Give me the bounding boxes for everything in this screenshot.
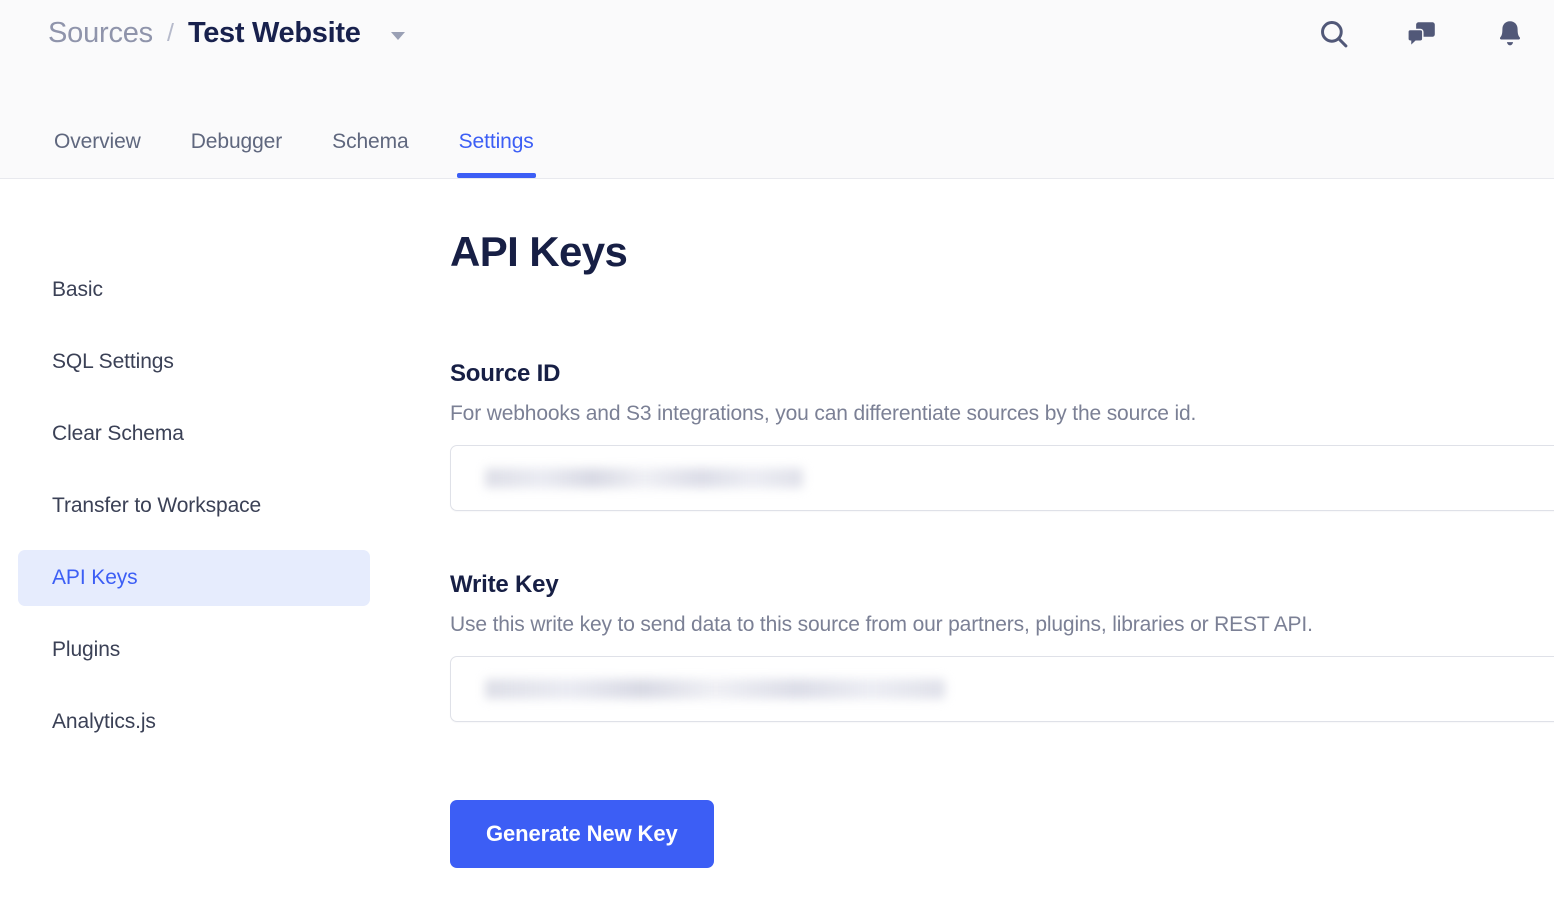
sidebar-item-basic[interactable]: Basic — [18, 262, 370, 318]
breadcrumb-separator: / — [167, 19, 174, 47]
breadcrumb-current-source[interactable]: Test Website — [188, 17, 361, 50]
write-key-input[interactable] — [450, 656, 1554, 722]
source-id-redacted-value — [485, 468, 803, 488]
sidebar-item-plugins[interactable]: Plugins — [18, 622, 370, 678]
bell-icon[interactable] — [1492, 16, 1528, 52]
sidebar-item-clear-schema[interactable]: Clear Schema — [18, 406, 370, 462]
tab-overview[interactable]: Overview — [54, 130, 141, 178]
tab-schema[interactable]: Schema — [332, 130, 409, 178]
tab-list: Overview Debugger Schema Settings — [54, 130, 584, 178]
settings-main: API Keys Source ID For webhooks and S3 i… — [404, 180, 1554, 912]
top-header: Sources / Test Website — [0, 0, 1554, 67]
write-key-field-group: Write Key Use this write key to send dat… — [450, 571, 1554, 722]
write-key-label: Write Key — [450, 571, 559, 598]
chevron-down-icon[interactable] — [390, 31, 405, 40]
sidebar-item-analytics-js[interactable]: Analytics.js — [18, 694, 370, 750]
write-key-help-text: Use this write key to send data to this … — [450, 613, 1313, 636]
page-body: Basic SQL Settings Clear Schema Transfer… — [0, 180, 1554, 912]
settings-sidebar: Basic SQL Settings Clear Schema Transfer… — [0, 180, 404, 912]
sidebar-item-sql-settings[interactable]: SQL Settings — [18, 334, 370, 390]
top-header-actions — [1316, 0, 1528, 67]
breadcrumb: Sources / Test Website — [48, 0, 405, 67]
search-icon[interactable] — [1316, 16, 1352, 52]
source-id-input[interactable] — [450, 445, 1554, 511]
source-id-label: Source ID — [450, 360, 561, 387]
actions-row: Generate New Key — [450, 800, 1554, 868]
source-id-help-text: For webhooks and S3 integrations, you ca… — [450, 402, 1197, 425]
page-title: API Keys — [450, 228, 628, 275]
breadcrumb-root-link[interactable]: Sources — [48, 17, 153, 50]
source-id-field-group: Source ID For webhooks and S3 integratio… — [450, 360, 1554, 511]
tab-settings[interactable]: Settings — [456, 130, 536, 178]
chat-icon[interactable] — [1404, 16, 1440, 52]
sidebar-item-api-keys[interactable]: API Keys — [18, 550, 370, 606]
tab-debugger[interactable]: Debugger — [191, 130, 283, 178]
write-key-redacted-value — [485, 679, 945, 699]
sidebar-item-transfer-to-workspace[interactable]: Transfer to Workspace — [18, 478, 370, 534]
tab-bar: Overview Debugger Schema Settings — [0, 67, 1554, 179]
generate-new-key-button[interactable]: Generate New Key — [450, 800, 714, 868]
